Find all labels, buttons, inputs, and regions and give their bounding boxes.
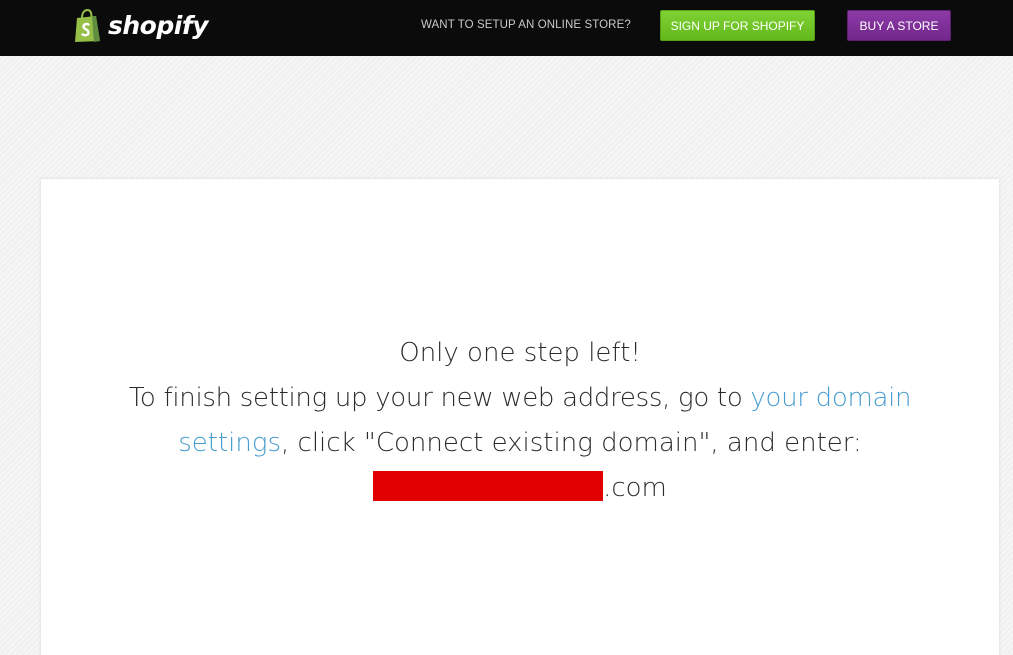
instructions-message: Only one step left! To finish setting up… — [41, 331, 999, 511]
step-heading: Only one step left! — [399, 338, 641, 368]
domain-settings-link[interactable]: your domain — [750, 383, 911, 413]
instruction-suffix: , click "Connect existing domain", and e… — [281, 428, 862, 458]
top-navigation-bar: shopify WANT TO SETUP AN ONLINE STORE? S… — [0, 0, 1013, 56]
domain-line: .com — [41, 466, 999, 511]
instruction-line-2: settings, click "Connect existing domain… — [41, 421, 999, 466]
brand-name: shopify — [108, 11, 209, 40]
sign-up-button[interactable]: SIGN UP FOR SHOPIFY — [660, 10, 815, 41]
promo-text: WANT TO SETUP AN ONLINE STORE? — [421, 19, 631, 31]
buy-store-button[interactable]: BUY A STORE — [847, 10, 951, 41]
shopify-bag-icon — [75, 9, 100, 42]
instruction-line-1: To finish setting up your new web addres… — [41, 376, 999, 421]
instruction-prefix: To finish setting up your new web addres… — [128, 383, 743, 413]
domain-settings-link-continued[interactable]: settings — [178, 428, 281, 458]
domain-suffix: .com — [603, 473, 667, 503]
shopify-logo[interactable]: shopify — [72, 8, 209, 44]
redacted-domain-name — [373, 471, 604, 501]
content-card: Only one step left! To finish setting up… — [41, 179, 999, 655]
